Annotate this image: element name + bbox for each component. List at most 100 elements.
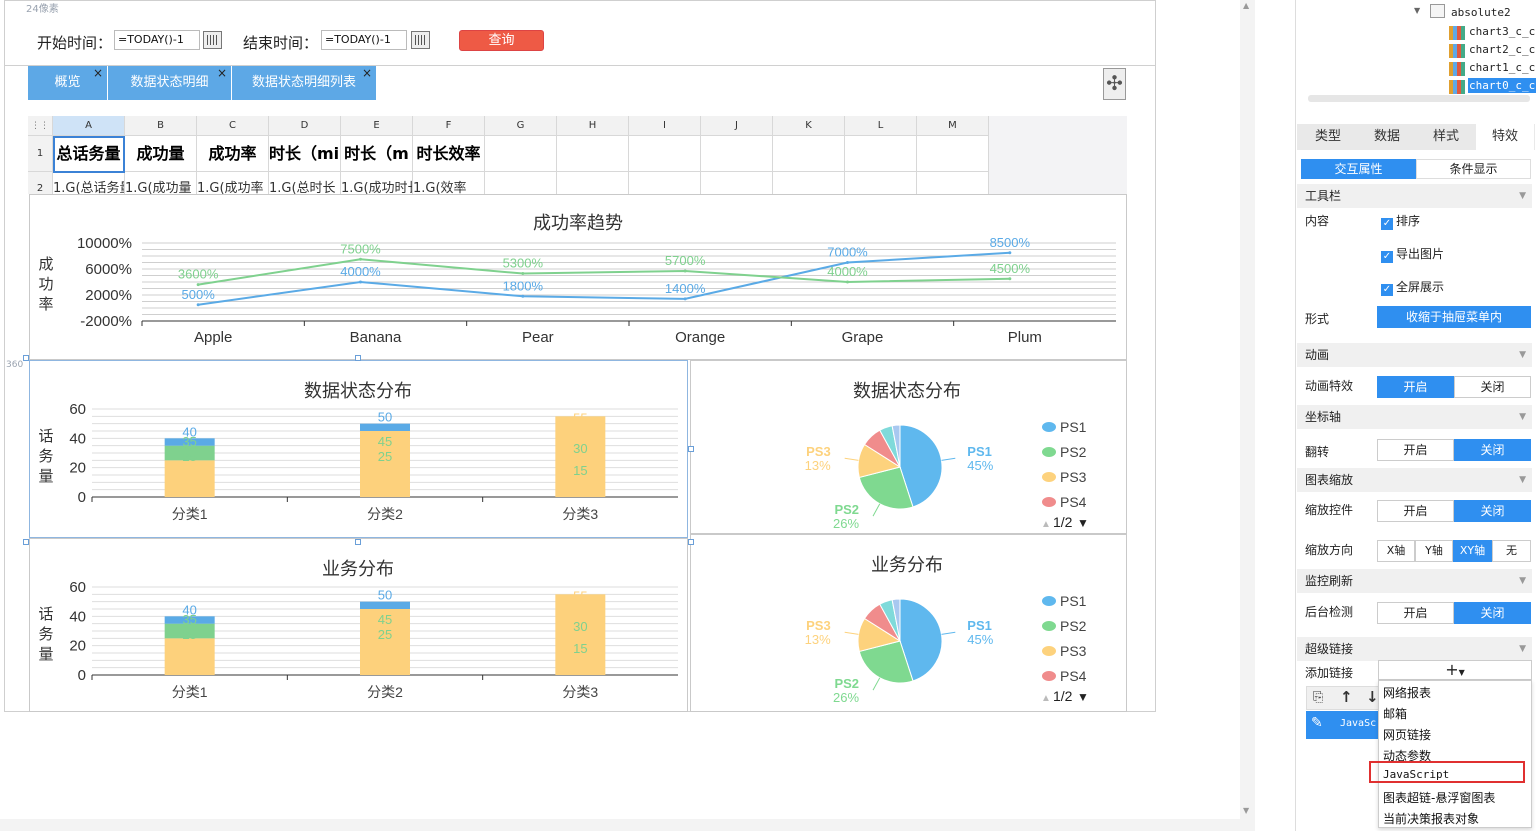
end-calendar-icon[interactable] xyxy=(411,31,430,49)
sheet-cell-empty[interactable] xyxy=(629,172,701,194)
column-header[interactable]: A xyxy=(53,116,125,136)
row-header[interactable]: 2 xyxy=(28,172,53,194)
tab-overview[interactable]: 概览 × xyxy=(28,66,108,100)
resize-handle[interactable] xyxy=(688,539,694,545)
zoom-xy-button[interactable]: XY轴 xyxy=(1453,540,1492,562)
flip-off-button[interactable]: 关闭 xyxy=(1454,439,1531,461)
zoom-y-button[interactable]: Y轴 xyxy=(1415,540,1453,562)
subtab-condition[interactable]: 条件显示 xyxy=(1416,159,1531,179)
tree-item-absolute2[interactable]: absolute2 xyxy=(1451,6,1511,19)
add-tab-icon[interactable]: ✣ xyxy=(1103,68,1126,100)
fullscreen-checkbox[interactable]: ✓ 全屏展示 xyxy=(1381,278,1444,296)
section-animation[interactable]: 动画 ▼ xyxy=(1297,343,1532,367)
end-time-input[interactable]: =TODAY()-1 xyxy=(321,30,407,50)
section-axis[interactable]: 坐标轴 ▼ xyxy=(1297,405,1532,429)
chart-business-bar[interactable]: 业务分布 60 40 20 0 话务量分类1 25 35 40 分类2 25 45 50 分类3 15 30 5… xyxy=(29,538,688,712)
animation-off-button[interactable]: 关闭 xyxy=(1454,376,1531,398)
column-header[interactable]: D xyxy=(269,116,341,136)
animation-on-button[interactable]: 开启 xyxy=(1377,376,1454,398)
close-icon[interactable]: × xyxy=(93,56,103,90)
sheet-cell-empty[interactable] xyxy=(485,172,557,194)
sheet-cell[interactable]: 1.G(总时长 xyxy=(269,172,341,194)
monitor-on-button[interactable]: 开启 xyxy=(1377,602,1454,624)
menu-item[interactable]: 图表超链-悬浮窗图表 xyxy=(1383,789,1495,806)
panel-tab[interactable]: 数据 xyxy=(1358,124,1416,150)
tree-item-chart[interactable]: chart1_c_c xyxy=(1468,60,1536,75)
subtab-interaction[interactable]: 交互属性 xyxy=(1301,159,1416,179)
chart-business-pie[interactable]: 业务分布 PS1 45% PS2 26% PS3 13% PS1 PS2 PS3 PS4 ▲ 1/2 ▼ xyxy=(690,534,1127,712)
sheet-cell-empty[interactable] xyxy=(701,172,773,194)
column-header[interactable]: G xyxy=(485,116,557,136)
tree-item-chart[interactable]: chart0_c_c xyxy=(1468,78,1536,93)
sort-checkbox[interactable]: ✓ 排序 xyxy=(1381,212,1420,230)
tree-item-chart[interactable]: chart3_c_c xyxy=(1468,24,1536,39)
form-select[interactable]: 收缩于抽屉菜单内 xyxy=(1377,306,1531,328)
export-image-checkbox[interactable]: ✓ 导出图片 xyxy=(1381,245,1444,263)
section-hyperlink[interactable]: 超级链接 ▼ xyxy=(1297,637,1532,661)
column-header[interactable]: L xyxy=(845,116,917,136)
sheet-cell-empty[interactable] xyxy=(917,172,989,194)
menu-item[interactable]: 网络报表 xyxy=(1383,684,1431,701)
move-down-icon[interactable]: ↓ xyxy=(1366,688,1379,706)
sheet-cell-empty[interactable] xyxy=(557,136,629,172)
sheet-cell[interactable]: 时长（m xyxy=(341,136,413,172)
copy-icon[interactable]: ⎘ xyxy=(1313,690,1323,705)
flip-on-button[interactable]: 开启 xyxy=(1377,439,1454,461)
tree-expand-icon[interactable]: ▼ xyxy=(1414,6,1420,15)
horizontal-scrollbar[interactable] xyxy=(0,819,1240,831)
column-header[interactable]: H xyxy=(557,116,629,136)
sheet-cell-empty[interactable] xyxy=(773,136,845,172)
start-time-input[interactable]: =TODAY()-1 xyxy=(114,30,200,50)
sheet-cell[interactable]: 1.G(效率 xyxy=(413,172,485,194)
column-header[interactable]: C xyxy=(197,116,269,136)
sheet-cell[interactable]: 成功量 xyxy=(125,136,197,172)
column-header[interactable]: M xyxy=(917,116,989,136)
column-header[interactable]: K xyxy=(773,116,845,136)
column-header[interactable]: I xyxy=(629,116,701,136)
scroll-down-icon[interactable]: ▼ xyxy=(1243,806,1249,815)
sheet-cell-empty[interactable] xyxy=(629,136,701,172)
resize-handle[interactable] xyxy=(23,355,29,361)
zoom-none-button[interactable]: 无 xyxy=(1492,540,1531,562)
resize-handle[interactable] xyxy=(688,446,694,452)
zoom-off-button[interactable]: 关闭 xyxy=(1454,500,1531,522)
menu-item[interactable]: 邮箱 xyxy=(1383,705,1407,722)
column-header[interactable]: B xyxy=(125,116,197,136)
column-header[interactable]: J xyxy=(701,116,773,136)
column-header[interactable]: F xyxy=(413,116,485,136)
panel-tab[interactable]: 样式 xyxy=(1417,124,1475,150)
tree-item-chart[interactable]: chart2_c_c xyxy=(1468,42,1536,57)
chart-status-bar[interactable]: 数据状态分布 60 40 20 0 话务量分类1 25 35 40 分类2 25 45 50 分类3 15 3… xyxy=(29,360,688,538)
menu-item[interactable]: 当前决策报表对象 xyxy=(1383,810,1479,827)
sheet-cell-empty[interactable] xyxy=(557,172,629,194)
sheet-cell[interactable]: 时长（min xyxy=(269,136,341,172)
section-zoom[interactable]: 图表缩放 ▼ xyxy=(1297,468,1532,492)
sheet-cell[interactable]: 成功率 xyxy=(197,136,269,172)
close-icon[interactable]: × xyxy=(217,56,227,90)
tab-data-status-list[interactable]: 数据状态明细列表 × xyxy=(232,66,377,100)
sheet-cell-empty[interactable] xyxy=(917,136,989,172)
sheet-cell-empty[interactable] xyxy=(845,172,917,194)
chart-success-trend[interactable]: 成功率趋势 10000% 6000% 2000% -2000% 成功率 Apple Banan… xyxy=(29,194,1127,360)
close-icon[interactable]: × xyxy=(362,56,372,90)
tree-scrollbar[interactable] xyxy=(1308,95,1530,102)
monitor-off-button[interactable]: 关闭 xyxy=(1454,602,1531,624)
zoom-on-button[interactable]: 开启 xyxy=(1377,500,1454,522)
section-toolbar[interactable]: 工具栏 ▼ xyxy=(1297,184,1532,208)
sheet-cell-empty[interactable] xyxy=(701,136,773,172)
scroll-up-icon[interactable]: ▲ xyxy=(1243,1,1249,10)
resize-handle[interactable] xyxy=(355,539,361,545)
tab-data-status-detail[interactable]: 数据状态明细 × xyxy=(108,66,232,100)
resize-handle[interactable] xyxy=(355,355,361,361)
sheet-cell[interactable]: 1.G(总话务量 xyxy=(53,172,125,194)
sheet-cell[interactable]: 1.G(成功率 xyxy=(197,172,269,194)
add-link-button[interactable]: +▼ xyxy=(1378,660,1532,680)
sheet-cell[interactable]: 时长效率 xyxy=(413,136,485,172)
sheet-cell-empty[interactable] xyxy=(773,172,845,194)
select-all-icon[interactable]: ⋮⋮ xyxy=(28,116,53,136)
panel-tab[interactable]: 特效 xyxy=(1476,124,1534,150)
query-button[interactable]: 查询 xyxy=(459,30,544,51)
panel-tab[interactable]: 类型 xyxy=(1299,124,1357,150)
vertical-scrollbar[interactable] xyxy=(1240,0,1255,831)
resize-handle[interactable] xyxy=(23,539,29,545)
